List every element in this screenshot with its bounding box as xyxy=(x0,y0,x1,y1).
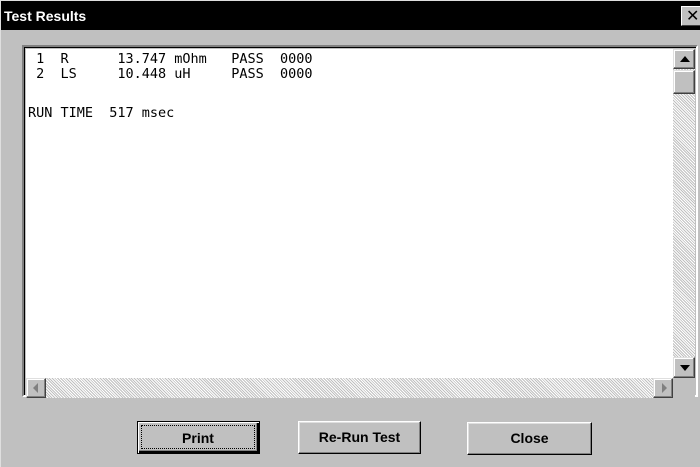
scroll-up-button[interactable] xyxy=(673,49,695,69)
scroll-right-arrow-icon xyxy=(662,383,667,393)
title-bar[interactable]: Test Results ✕ xyxy=(1,1,700,30)
vertical-scroll-thumb[interactable] xyxy=(673,70,695,94)
scroll-left-arrow-icon xyxy=(33,383,38,393)
close-label: Close xyxy=(510,430,549,446)
scroll-down-button[interactable] xyxy=(673,357,695,378)
result-row-2: 2 LS 10.448 uH PASS 0000 xyxy=(28,66,313,82)
close-icon: ✕ xyxy=(686,6,700,25)
print-label: Print xyxy=(141,425,255,449)
vertical-scrollbar[interactable] xyxy=(673,49,695,378)
rerun-test-button[interactable]: Re-Run Test xyxy=(298,421,421,454)
rerun-test-label: Re-Run Test xyxy=(318,429,401,445)
horizontal-scrollbar[interactable] xyxy=(26,378,673,398)
run-time-line: RUN TIME 517 msec xyxy=(28,105,175,121)
scroll-up-arrow-icon xyxy=(680,56,690,62)
window-title: Test Results xyxy=(4,8,87,24)
close-button[interactable]: Close xyxy=(467,422,592,455)
scrollbar-corner xyxy=(673,378,695,398)
close-window-button[interactable]: ✕ xyxy=(681,6,700,26)
result-row-1: 1 R 13.747 mOhm PASS 0000 xyxy=(28,51,313,67)
scroll-left-button[interactable] xyxy=(26,378,46,398)
results-text-area[interactable]: 1 R 13.747 mOhm PASS 0000 2 LS 10.448 uH… xyxy=(26,49,673,378)
test-results-dialog: Test Results ✕ 1 R 13.747 mOhm PASS 0000… xyxy=(0,0,700,467)
scroll-down-arrow-icon xyxy=(680,365,690,371)
print-button[interactable]: Print xyxy=(137,421,260,454)
results-text-frame: 1 R 13.747 mOhm PASS 0000 2 LS 10.448 uH… xyxy=(22,45,698,398)
scroll-right-button[interactable] xyxy=(653,378,673,398)
